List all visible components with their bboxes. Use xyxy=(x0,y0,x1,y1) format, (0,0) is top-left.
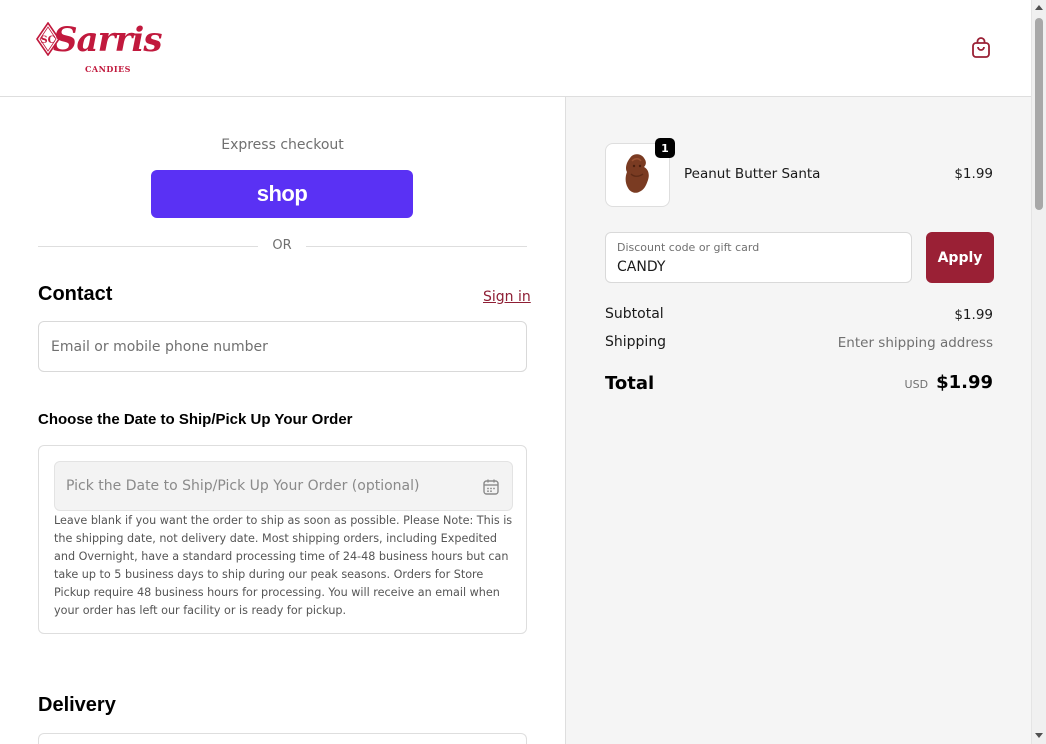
express-checkout-label: Express checkout xyxy=(221,137,344,153)
sign-in-link[interactable]: Sign in xyxy=(483,289,531,305)
ship-date-heading: Choose the Date to Ship/Pick Up Your Ord… xyxy=(38,411,353,428)
contact-heading: Contact xyxy=(38,283,113,305)
total-value: $1.99 xyxy=(936,372,993,393)
apply-discount-button[interactable]: Apply xyxy=(926,232,994,283)
logo-script: Sarris xyxy=(53,20,162,60)
divider-line-left xyxy=(38,246,258,247)
product-name: Peanut Butter Santa xyxy=(684,166,821,182)
shipping-label: Shipping xyxy=(605,334,667,350)
discount-field[interactable]: Discount code or gift card xyxy=(605,232,912,283)
shopping-bag-icon[interactable] xyxy=(969,36,993,60)
ship-date-panel: Leave blank if you want the order to shi… xyxy=(38,445,527,634)
delivery-panel[interactable] xyxy=(38,733,527,744)
scroll-thumb[interactable] xyxy=(1035,18,1043,210)
discount-input[interactable] xyxy=(617,257,902,277)
checkout-form: Express checkout shop OR Contact Sign in… xyxy=(0,97,565,744)
email-field[interactable] xyxy=(38,321,527,372)
scroll-up-arrow-icon[interactable] xyxy=(1035,5,1043,10)
or-label: OR xyxy=(272,238,292,253)
quantity-badge: 1 xyxy=(655,138,675,158)
total-amount: USD $1.99 xyxy=(905,372,993,393)
subtotal-label: Subtotal xyxy=(605,306,664,322)
delivery-heading: Delivery xyxy=(38,694,116,716)
shipping-value: Enter shipping address xyxy=(837,335,993,351)
header: SC Sarris CANDIES xyxy=(0,0,1031,97)
subtotal-value: $1.99 xyxy=(954,307,993,323)
product-price: $1.99 xyxy=(954,166,993,182)
sarris-logo[interactable]: SC Sarris CANDIES xyxy=(36,18,162,78)
ship-date-input[interactable] xyxy=(54,461,513,511)
calendar-icon[interactable] xyxy=(482,478,500,496)
logo-sub: CANDIES xyxy=(85,64,131,74)
shop-pay-button[interactable]: shop xyxy=(151,170,413,218)
order-summary: 1 Peanut Butter Santa $1.99 Discount cod… xyxy=(565,97,1031,744)
scroll-down-arrow-icon[interactable] xyxy=(1035,733,1043,738)
divider-line-right xyxy=(306,246,527,247)
or-divider: OR xyxy=(38,237,527,255)
discount-label: Discount code or gift card xyxy=(617,241,760,254)
total-currency: USD xyxy=(904,378,929,391)
total-label: Total xyxy=(605,373,655,394)
page-scrollbar[interactable] xyxy=(1031,0,1046,744)
ship-date-help-text: Leave blank if you want the order to shi… xyxy=(54,514,513,617)
